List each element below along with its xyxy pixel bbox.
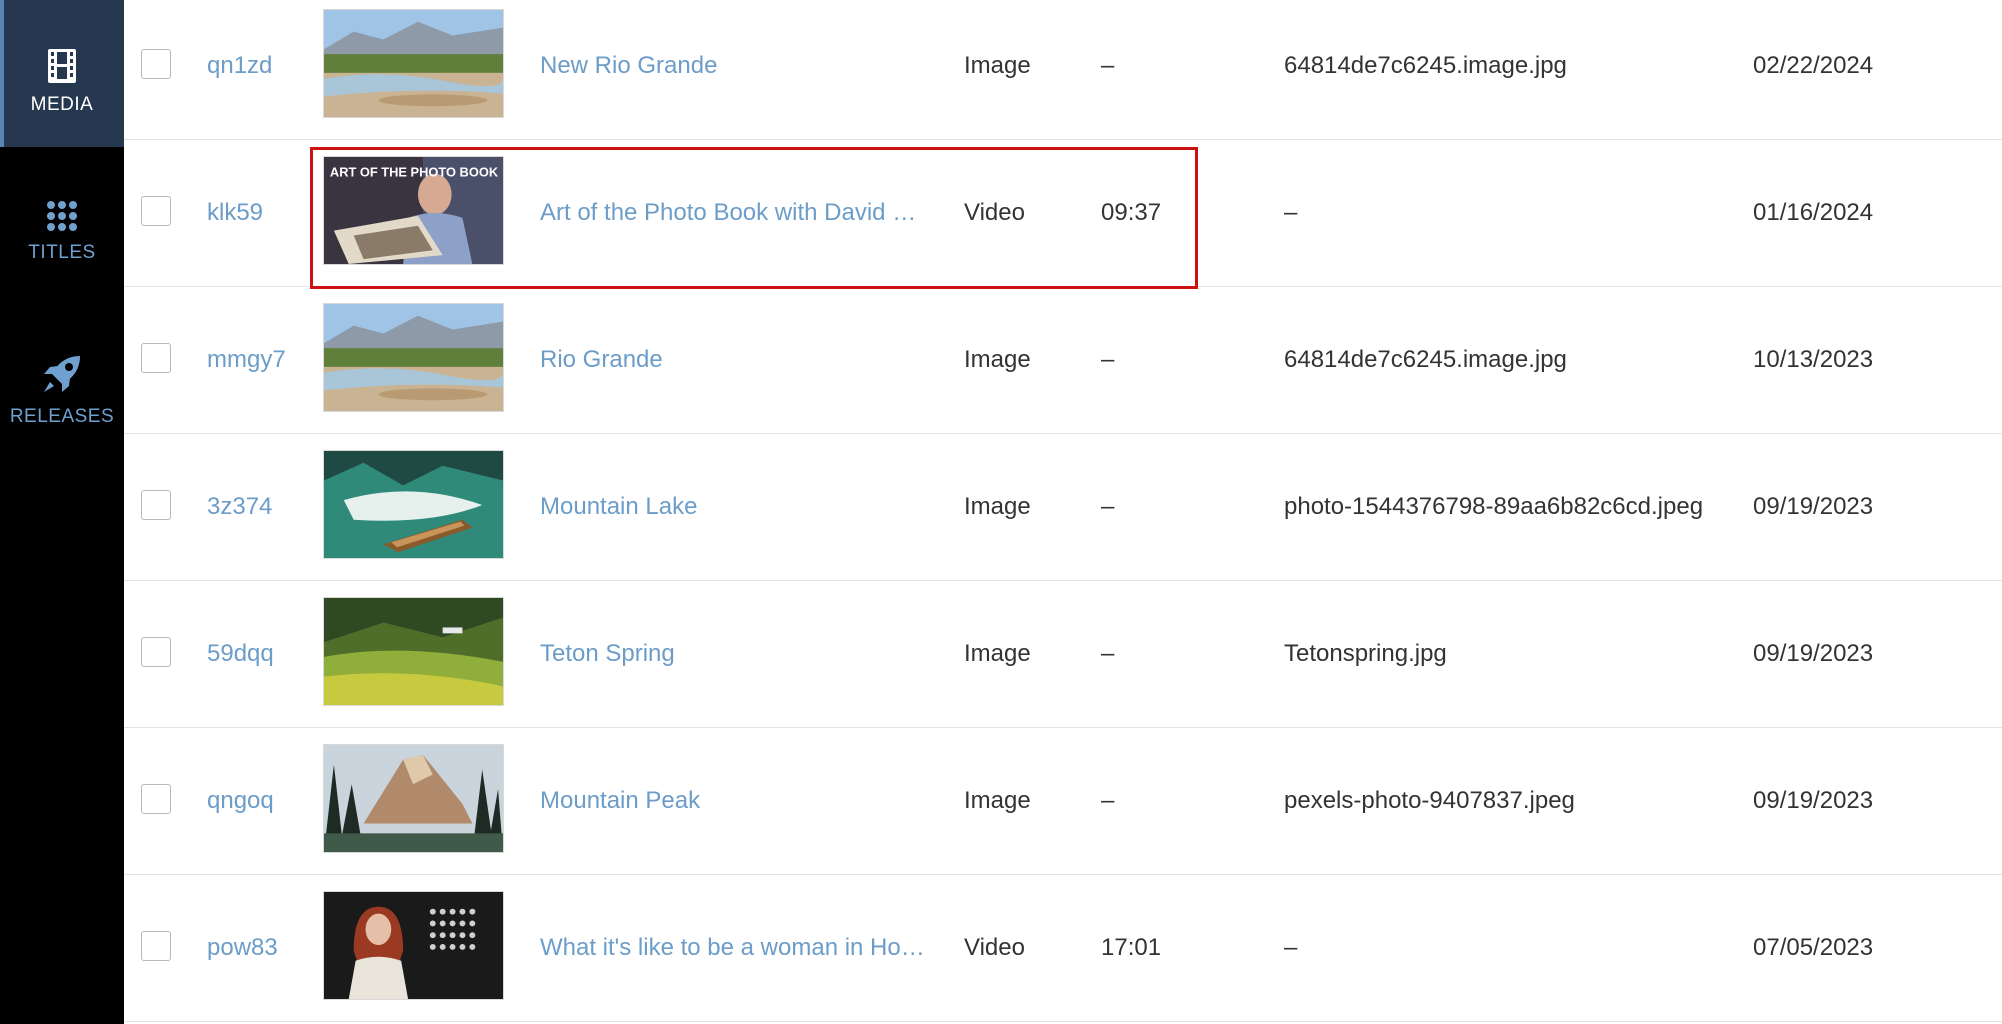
media-filename: 64814de7c6245.image.jpg	[1284, 346, 1567, 373]
media-filename: Tetonspring.jpg	[1284, 640, 1447, 667]
table-row[interactable]: klk59 ART OF THE PHOTO BOOK Art of the P…	[124, 140, 2002, 287]
table-row[interactable]: 59dqq Teton Spring Image – Tetonspring.j…	[124, 581, 2002, 728]
media-filename: pexels-photo-9407837.jpeg	[1284, 787, 1575, 814]
media-id-link[interactable]: 3z374	[207, 491, 317, 523]
nav-titles-label: TITLES	[28, 242, 96, 263]
media-title-link[interactable]: Mountain Peak	[540, 785, 930, 817]
media-duration: 09:37	[1101, 199, 1162, 226]
media-title-link[interactable]: What it's like to be a woman in Hol…	[540, 932, 930, 964]
thumbnail-overlay-text: ART OF THE PHOTO BOOK	[330, 165, 499, 180]
nav-releases[interactable]: RELEASES	[0, 352, 124, 452]
sidebar: MEDIA TITLES RELEASES	[0, 0, 124, 1024]
media-id-link[interactable]: klk59	[207, 197, 317, 229]
media-date: 01/16/2024	[1753, 199, 1874, 226]
row-checkbox[interactable]	[141, 784, 171, 814]
media-type: Image	[964, 640, 1031, 667]
media-type: Image	[964, 787, 1031, 814]
nav-titles[interactable]: TITLES	[0, 200, 124, 300]
media-date: 07/05/2023	[1753, 934, 1874, 961]
table-row[interactable]: qn1zd New Rio Grande Image – 64814de7c62…	[124, 0, 2002, 140]
media-thumbnail[interactable]	[323, 303, 504, 412]
media-date: 09/19/2023	[1753, 493, 1874, 520]
media-filename: –	[1284, 934, 1298, 961]
media-id-link[interactable]: pow83	[207, 932, 317, 964]
media-title-link[interactable]: Mountain Lake	[540, 491, 930, 523]
media-date: 09/19/2023	[1753, 640, 1874, 667]
media-duration: –	[1101, 493, 1115, 520]
table-row[interactable]: qngoq Mountain Peak Image – pexels-photo…	[124, 728, 2002, 875]
row-checkbox[interactable]	[141, 49, 171, 79]
media-title-link[interactable]: Art of the Photo Book with David C…	[540, 197, 930, 229]
media-duration: –	[1101, 52, 1115, 79]
media-date: 09/19/2023	[1753, 787, 1874, 814]
media-thumbnail[interactable]	[323, 450, 504, 559]
media-type: Image	[964, 346, 1031, 373]
media-title-link[interactable]: Teton Spring	[540, 638, 930, 670]
media-type: Video	[964, 199, 1025, 226]
media-type: Video	[964, 934, 1025, 961]
table-row[interactable]: pow83 What it's like to be a woman in Ho…	[124, 875, 2002, 1022]
row-checkbox[interactable]	[141, 931, 171, 961]
row-checkbox[interactable]	[141, 196, 171, 226]
media-duration: –	[1101, 787, 1115, 814]
media-id-link[interactable]: qn1zd	[207, 50, 317, 82]
media-filename: –	[1284, 199, 1298, 226]
media-thumbnail[interactable]	[323, 891, 504, 1000]
grid-dots-icon	[46, 200, 78, 232]
media-date: 02/22/2024	[1753, 52, 1874, 79]
media-type: Image	[964, 493, 1031, 520]
media-duration: –	[1101, 640, 1115, 667]
media-type: Image	[964, 52, 1031, 79]
media-title-link[interactable]: Rio Grande	[540, 344, 930, 376]
media-filename: 64814de7c6245.image.jpg	[1284, 52, 1567, 79]
media-thumbnail[interactable]	[323, 744, 504, 853]
nav-releases-label: RELEASES	[9, 406, 115, 427]
media-filename: photo-1544376798-89aa6b82c6cd.jpeg	[1284, 493, 1704, 520]
media-thumbnail[interactable]	[323, 9, 504, 118]
row-checkbox[interactable]	[141, 637, 171, 667]
media-duration: –	[1101, 346, 1115, 373]
media-thumbnail[interactable]	[323, 597, 504, 706]
row-checkbox[interactable]	[141, 490, 171, 520]
table-row[interactable]: mmgy7 Rio Grande Image – 64814de7c6245.i…	[124, 287, 2002, 434]
media-duration: 17:01	[1101, 934, 1162, 961]
film-icon	[47, 48, 77, 84]
nav-media-label: MEDIA	[30, 94, 94, 115]
media-id-link[interactable]: qngoq	[207, 785, 317, 817]
media-id-link[interactable]: mmgy7	[207, 344, 317, 376]
media-title-link[interactable]: New Rio Grande	[540, 50, 930, 82]
media-date: 10/13/2023	[1753, 346, 1874, 373]
media-thumbnail[interactable]: ART OF THE PHOTO BOOK	[323, 156, 504, 265]
media-table: qn1zd New Rio Grande Image – 64814de7c62…	[124, 0, 2002, 1024]
rocket-icon	[40, 352, 84, 396]
media-id-link[interactable]: 59dqq	[207, 638, 317, 670]
row-checkbox[interactable]	[141, 343, 171, 373]
nav-media[interactable]: MEDIA	[0, 0, 124, 147]
table-row[interactable]: 3z374 Mountain Lake Image – photo-154437…	[124, 434, 2002, 581]
